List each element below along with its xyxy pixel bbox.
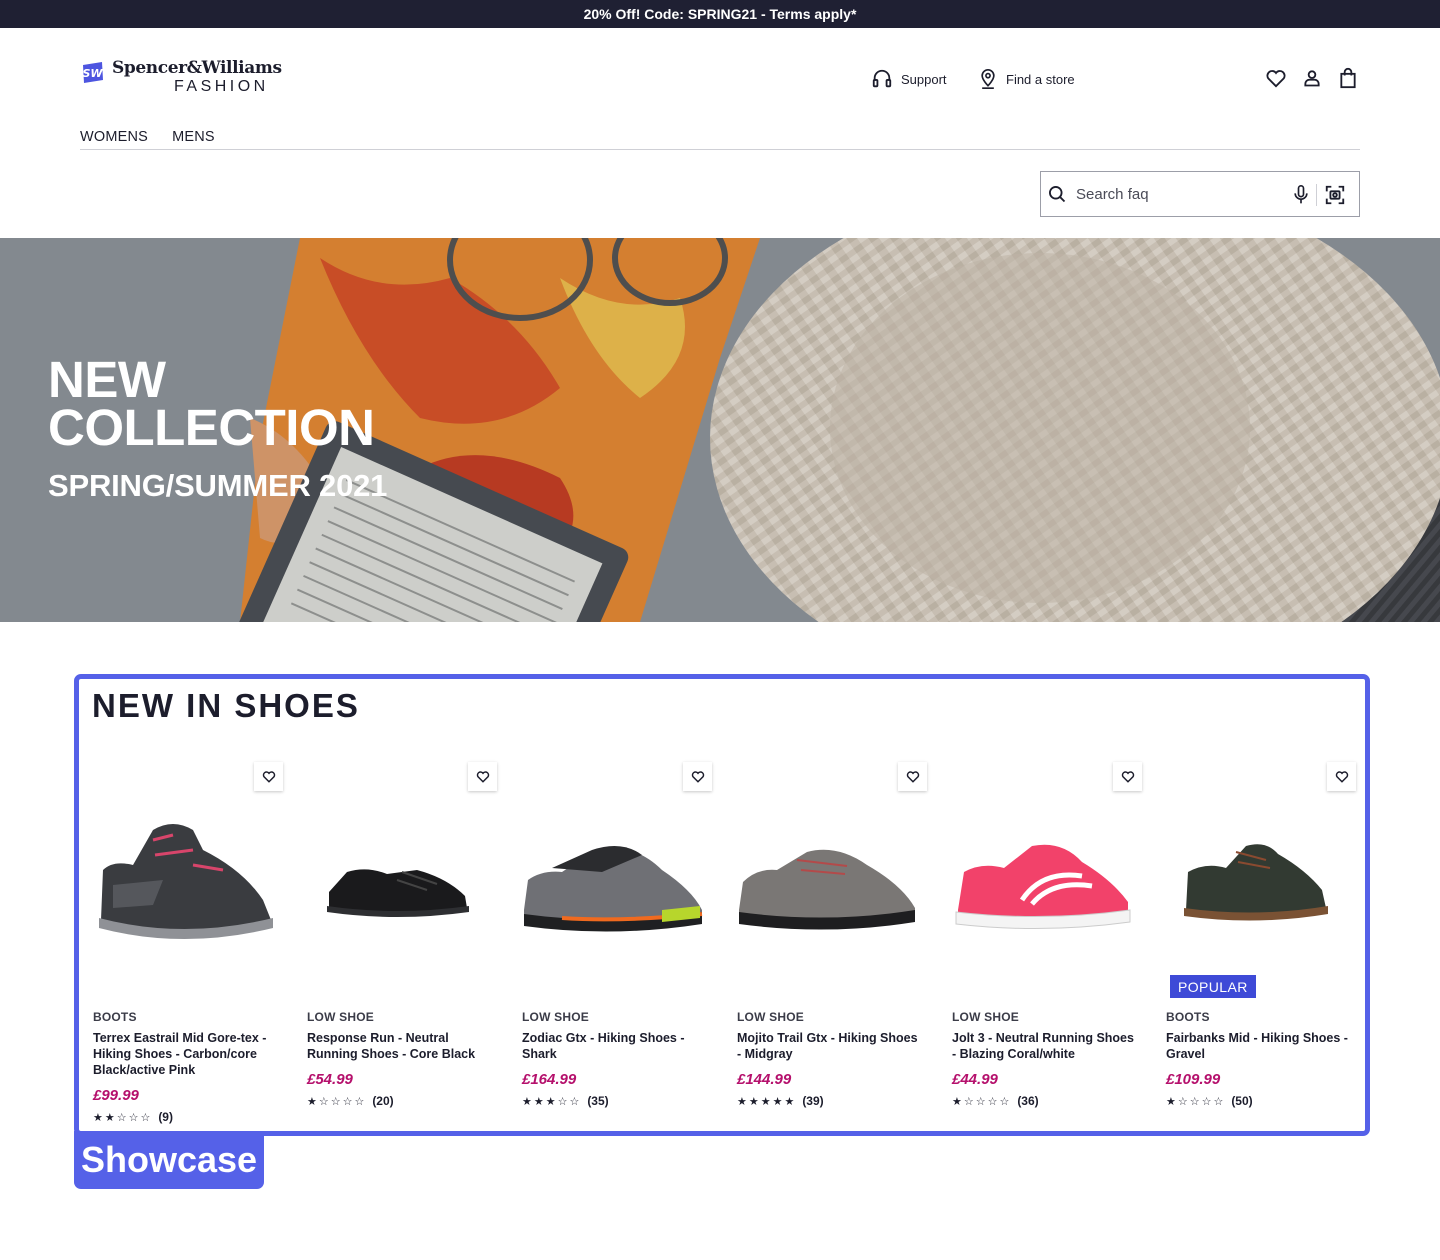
- review-count: (35): [587, 1094, 609, 1108]
- account-button[interactable]: [1300, 66, 1324, 90]
- product-card[interactable]: LOW SHOE Jolt 3 - Neutral Running Shoes …: [952, 760, 1142, 1130]
- rating-stars: ★☆☆☆☆: [952, 1094, 1012, 1108]
- support-link[interactable]: Support: [871, 66, 947, 92]
- popular-badge: POPULAR: [1170, 975, 1256, 998]
- product-price: £109.99: [1166, 1071, 1221, 1088]
- review-count: (50): [1231, 1094, 1253, 1108]
- product-image: [524, 846, 703, 932]
- product-rating: ★★★★★ (39): [737, 1094, 824, 1108]
- microphone-icon[interactable]: [1291, 184, 1311, 206]
- wishlist-toggle[interactable]: [898, 762, 927, 791]
- hero-subtitle: SPRING/SUMMER 2021: [48, 468, 388, 503]
- product-image: [99, 824, 273, 939]
- product-category: LOW SHOE: [737, 1010, 804, 1024]
- product-rating: ★★☆☆☆ (9): [93, 1110, 173, 1124]
- support-label: Support: [901, 71, 947, 87]
- heart-icon: [691, 771, 704, 783]
- search-box: [1040, 171, 1360, 217]
- rating-stars: ★☆☆☆☆: [307, 1094, 367, 1108]
- product-image: [1184, 844, 1328, 921]
- product-card[interactable]: LOW SHOE Zodiac Gtx - Hiking Shoes - Sha…: [522, 760, 712, 1130]
- product-rating: ★☆☆☆☆ (20): [307, 1094, 394, 1108]
- promo-bar: 20% Off! Code: SPRING21 - Terms apply*: [0, 0, 1440, 28]
- product-price: £164.99: [522, 1071, 577, 1088]
- product-category: BOOTS: [1166, 1010, 1210, 1024]
- product-name[interactable]: Zodiac Gtx - Hiking Shoes - Shark: [522, 1030, 704, 1062]
- heart-icon: [906, 771, 919, 783]
- product-image: [955, 844, 1131, 930]
- wishlist-toggle[interactable]: [254, 762, 283, 791]
- hero-title-line2: COLLECTION: [48, 399, 375, 456]
- product-card[interactable]: LOW SHOE Response Run - Neutral Running …: [307, 760, 497, 1130]
- wishlist-toggle[interactable]: [1113, 762, 1142, 791]
- wishlist-toggle[interactable]: [1327, 762, 1356, 791]
- product-name[interactable]: Jolt 3 - Neutral Running Shoes - Blazing…: [952, 1030, 1134, 1062]
- product-category: LOW SHOE: [952, 1010, 1019, 1024]
- product-card[interactable]: POPULAR BOOTS Fairbanks Mid - Hiking Sho…: [1166, 760, 1356, 1130]
- product-name[interactable]: Terrex Eastrail Mid Gore-tex - Hiking Sh…: [93, 1030, 275, 1078]
- review-count: (9): [158, 1110, 173, 1124]
- find-store-label: Find a store: [1006, 71, 1075, 87]
- review-count: (36): [1017, 1094, 1039, 1108]
- rating-stars: ★☆☆☆☆: [1166, 1094, 1226, 1108]
- nav-womens[interactable]: WOMENS: [80, 129, 148, 149]
- product-name[interactable]: Fairbanks Mid - Hiking Shoes - Gravel: [1166, 1030, 1348, 1062]
- review-count: (39): [802, 1094, 824, 1108]
- product-image: [327, 869, 469, 917]
- product-price: £44.99: [952, 1071, 998, 1088]
- heart-icon: [1266, 70, 1286, 88]
- brand-name: Spencer&Williams: [112, 58, 282, 78]
- wishlist-button[interactable]: [1264, 66, 1288, 90]
- heart-icon: [262, 771, 275, 783]
- shopping-bag-icon: [1340, 68, 1356, 89]
- heart-icon: [1335, 771, 1348, 783]
- product-category: LOW SHOE: [307, 1010, 374, 1024]
- search-input[interactable]: [1076, 185, 1276, 203]
- promo-text: 20% Off! Code: SPRING21 - Terms apply*: [583, 6, 857, 22]
- product-image: [739, 849, 915, 930]
- product-category: LOW SHOE: [522, 1010, 589, 1024]
- product-category: BOOTS: [93, 1010, 137, 1024]
- rating-stars: ★★☆☆☆: [93, 1110, 153, 1124]
- rating-stars: ★★★★★: [737, 1094, 797, 1108]
- search-divider: [1316, 184, 1317, 206]
- support-headset-icon: [872, 69, 892, 88]
- hero-title: NEW COLLECTION: [48, 354, 375, 453]
- logo-mark-icon: SW: [82, 62, 103, 83]
- nav-mens[interactable]: MENS: [172, 129, 215, 149]
- location-pin-icon: [981, 68, 995, 89]
- product-card[interactable]: LOW SHOE Mojito Trail Gtx - Hiking Shoes…: [737, 760, 927, 1130]
- product-price: £99.99: [93, 1087, 139, 1104]
- product-price: £54.99: [307, 1071, 353, 1088]
- camera-scan-icon[interactable]: [1324, 184, 1346, 206]
- user-icon: [1304, 70, 1320, 87]
- showcase-tag: Showcase: [74, 1131, 264, 1189]
- product-card[interactable]: BOOTS Terrex Eastrail Mid Gore-tex - Hik…: [93, 760, 283, 1130]
- product-rating: ★★★☆☆ (35): [522, 1094, 609, 1108]
- brand-logo[interactable]: SW Spencer&Williams FASHION: [80, 58, 282, 96]
- product-rating: ★☆☆☆☆ (36): [952, 1094, 1039, 1108]
- wishlist-toggle[interactable]: [683, 762, 712, 791]
- rating-stars: ★★★☆☆: [522, 1094, 582, 1108]
- cart-button[interactable]: [1336, 66, 1360, 90]
- product-rating: ★☆☆☆☆ (50): [1166, 1094, 1253, 1108]
- svg-text:SW: SW: [82, 67, 103, 80]
- wishlist-toggle[interactable]: [468, 762, 497, 791]
- heart-icon: [1121, 771, 1134, 783]
- review-count: (20): [372, 1094, 394, 1108]
- search-icon[interactable]: [1047, 184, 1067, 204]
- find-store-link[interactable]: Find a store: [978, 66, 1075, 92]
- brand-subtitle: FASHION: [174, 78, 269, 95]
- product-name[interactable]: Mojito Trail Gtx - Hiking Shoes - Midgra…: [737, 1030, 919, 1062]
- heart-icon: [476, 771, 489, 783]
- product-name[interactable]: Response Run - Neutral Running Shoes - C…: [307, 1030, 489, 1062]
- main-nav: WOMENS MENS: [80, 129, 1360, 150]
- product-price: £144.99: [737, 1071, 792, 1088]
- showcase-title: NEW IN SHOES: [92, 687, 360, 724]
